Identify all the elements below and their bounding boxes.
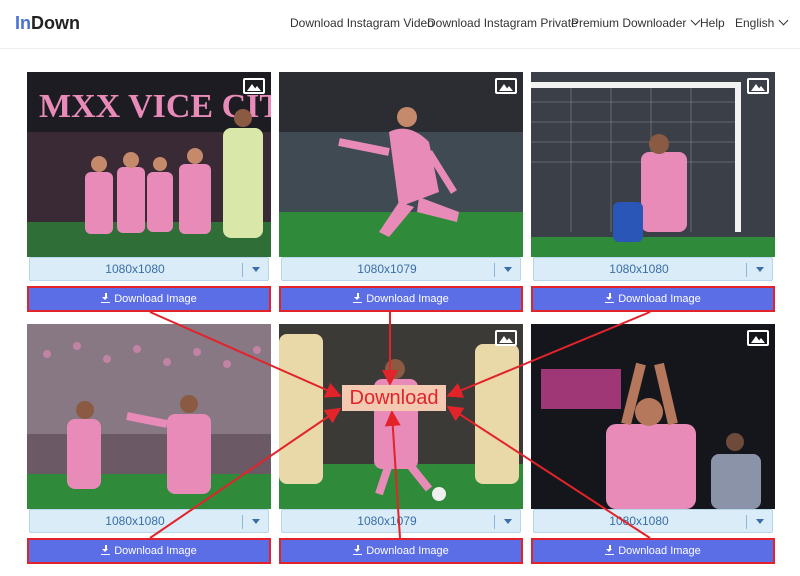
- image-type-icon: [747, 330, 769, 346]
- caret-down-icon: [504, 267, 512, 272]
- thumbnail-image: [531, 72, 775, 257]
- nav-download-private-label: Download Instagram Private: [427, 16, 578, 30]
- media-card: 1080x1079 Download Image: [279, 324, 523, 570]
- media-thumbnail[interactable]: [27, 324, 271, 509]
- nav-premium-label: Premium Downloader: [571, 16, 687, 30]
- download-button-label: Download Image: [114, 545, 197, 557]
- media-card: 1080x1080 Download Image: [531, 72, 775, 318]
- media-thumbnail[interactable]: [531, 324, 775, 509]
- download-annotation-label: Download: [342, 385, 446, 411]
- caret-down-icon: [252, 267, 260, 272]
- logo-down: Down: [31, 13, 80, 33]
- select-separator: [494, 515, 495, 529]
- nav-download-private[interactable]: Download Instagram Private: [427, 16, 578, 30]
- download-button-label: Download Image: [114, 293, 197, 305]
- media-card: 1080x1079 Download Image: [279, 72, 523, 318]
- thumbnail-image: [531, 324, 775, 509]
- media-card: 1080x1080 Download Image: [27, 324, 271, 570]
- download-icon: [101, 545, 111, 555]
- resolution-select[interactable]: 1080x1080: [533, 509, 773, 533]
- resolution-value: 1080x1080: [609, 514, 669, 528]
- select-separator: [746, 263, 747, 277]
- download-icon: [101, 293, 111, 303]
- select-separator: [242, 515, 243, 529]
- resolution-value: 1080x1080: [105, 262, 165, 276]
- caret-down-icon: [252, 519, 260, 524]
- nav-download-video-label: Download Instagram Video: [290, 16, 434, 30]
- caret-down-icon: [756, 519, 764, 524]
- select-separator: [494, 263, 495, 277]
- resolution-select[interactable]: 1080x1080: [533, 257, 773, 281]
- media-card: 1080x1080 Download Image: [531, 324, 775, 570]
- caret-down-icon: [756, 267, 764, 272]
- download-image-button[interactable]: Download Image: [531, 538, 775, 564]
- resolution-value: 1080x1080: [609, 262, 669, 276]
- resolution-select[interactable]: 1080x1080: [29, 257, 269, 281]
- thumbnail-image: [279, 72, 523, 257]
- thumbnail-image: [27, 324, 271, 509]
- nav-download-video[interactable]: Download Instagram Video: [290, 16, 434, 30]
- download-icon: [353, 545, 363, 555]
- image-type-icon: [747, 78, 769, 94]
- media-thumbnail[interactable]: [531, 72, 775, 257]
- download-image-button[interactable]: Download Image: [279, 538, 523, 564]
- nav-help[interactable]: Help: [700, 16, 725, 30]
- thumbnail-image: MXX VICE CITY: [27, 72, 271, 257]
- caret-down-icon: [504, 519, 512, 524]
- resolution-value: 1080x1080: [105, 514, 165, 528]
- chevron-down-icon: [778, 15, 789, 26]
- resolution-value: 1080x1079: [357, 262, 417, 276]
- download-button-label: Download Image: [366, 545, 449, 557]
- thumbnail-image: [279, 324, 523, 509]
- download-image-button[interactable]: Download Image: [27, 286, 271, 312]
- download-button-label: Download Image: [618, 545, 701, 557]
- image-type-icon: [495, 78, 517, 94]
- resolution-select[interactable]: 1080x1080: [29, 509, 269, 533]
- resolution-value: 1080x1079: [357, 514, 417, 528]
- logo[interactable]: InDown: [15, 13, 80, 34]
- nav-language[interactable]: English: [735, 15, 789, 30]
- download-image-button[interactable]: Download Image: [27, 538, 271, 564]
- image-type-icon: [243, 78, 265, 94]
- media-card: MXX VICE CITY 1080x1080 Download Image: [27, 72, 271, 318]
- select-separator: [242, 263, 243, 277]
- nav-help-label: Help: [700, 16, 725, 30]
- logo-in: In: [15, 13, 31, 33]
- resolution-select[interactable]: 1080x1079: [281, 257, 521, 281]
- header-divider: [0, 48, 800, 49]
- media-thumbnail[interactable]: [279, 72, 523, 257]
- download-icon: [353, 293, 363, 303]
- media-thumbnail[interactable]: [279, 324, 523, 509]
- media-thumbnail[interactable]: MXX VICE CITY: [27, 72, 271, 257]
- nav-premium-downloader[interactable]: Premium Downloader: [571, 15, 701, 30]
- resolution-select[interactable]: 1080x1079: [281, 509, 521, 533]
- download-image-button[interactable]: Download Image: [531, 286, 775, 312]
- download-icon: [605, 545, 615, 555]
- download-image-button[interactable]: Download Image: [279, 286, 523, 312]
- download-button-label: Download Image: [366, 293, 449, 305]
- select-separator: [746, 515, 747, 529]
- download-button-label: Download Image: [618, 293, 701, 305]
- image-type-icon: [495, 330, 517, 346]
- site-header: InDown Download Instagram Video Download…: [0, 0, 800, 48]
- nav-language-label: English: [735, 16, 775, 30]
- download-icon: [605, 293, 615, 303]
